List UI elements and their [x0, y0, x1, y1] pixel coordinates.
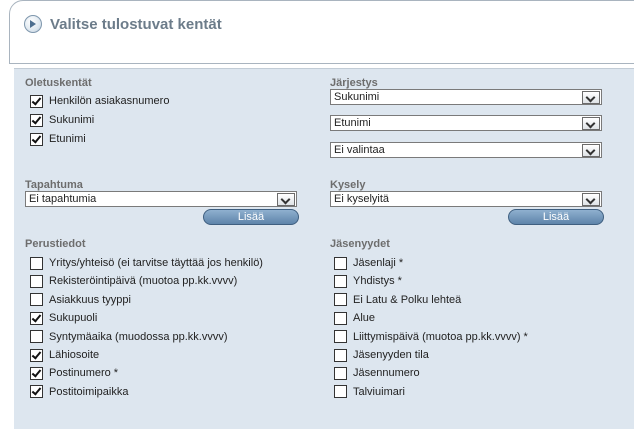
memberships-item[interactable]: Talviuimari — [334, 384, 405, 400]
chevron-down-icon — [582, 117, 600, 130]
memberships-item-label: Jäsennumero — [353, 367, 420, 380]
memberships-checkbox[interactable] — [334, 293, 347, 307]
arrow-circle-right-icon — [24, 15, 42, 33]
basic-item[interactable]: Lähiosoite — [30, 347, 99, 363]
basic-item[interactable]: Postinumero * — [30, 365, 118, 381]
defaults-checkbox[interactable] — [30, 94, 43, 108]
memberships-item[interactable]: Ei Latu & Polku lehteä — [334, 292, 461, 308]
page-title: Valitse tulostuvat kentät — [50, 16, 222, 33]
basic-item[interactable]: Postitoimipaikka — [30, 384, 128, 400]
chevron-down-icon — [582, 193, 600, 206]
order-select-1[interactable]: Sukunimi — [330, 89, 602, 105]
basic-item[interactable]: Rekisteröintipäivä (muotoa pp.kk.vvvv) — [30, 273, 237, 289]
memberships-item[interactable]: Jäsennumero — [334, 365, 420, 381]
query-select[interactable]: Ei kyselyitä — [330, 191, 602, 207]
basic-item-label: Syntymäaika (muodossa pp.kk.vvvv) — [49, 330, 228, 343]
memberships-item[interactable]: Jäsenlaji * — [334, 255, 403, 271]
basic-item-label: Yritys/yhteisö (ei tarvitse täyttää jos … — [49, 257, 263, 269]
memberships-checkbox[interactable] — [334, 311, 347, 325]
event-label: Tapahtuma — [25, 179, 83, 191]
memberships-item-label: Liittymispäivä (muotoa pp.kk.vvvv) * — [353, 330, 528, 343]
memberships-item[interactable]: Liittymispäivä (muotoa pp.kk.vvvv) * — [334, 329, 528, 345]
memberships-item-label: Jäsenyyden tila — [353, 349, 429, 361]
basic-item[interactable]: Asiakkuus tyyppi — [30, 292, 131, 308]
event-select-value: Ei tapahtumia — [29, 193, 97, 205]
memberships-checkbox[interactable] — [334, 385, 347, 399]
basic-checkbox[interactable] — [30, 256, 43, 270]
chevron-down-icon — [277, 193, 295, 206]
defaults-label: Oletuskentät — [25, 77, 92, 89]
order-select-2[interactable]: Etunimi — [330, 115, 602, 131]
basic-checkbox[interactable] — [30, 348, 43, 362]
memberships-item-label: Talviuimari — [353, 385, 405, 398]
defaults-checkbox[interactable] — [30, 113, 43, 127]
basic-label: Perustiedot — [25, 238, 86, 250]
basic-item-label: Sukupuoli — [49, 312, 98, 325]
memberships-item[interactable]: Alue — [334, 310, 375, 326]
defaults-item[interactable]: Henkilön asiakasnumero — [30, 93, 169, 109]
memberships-item-label: Ei Latu & Polku lehteä — [353, 293, 462, 306]
memberships-item[interactable]: Yhdistys * — [334, 273, 402, 289]
memberships-item-label: Alue — [353, 312, 376, 325]
basic-item-label: Rekisteröintipäivä (muotoa pp.kk.vvvv) — [49, 275, 238, 288]
chevron-down-icon — [582, 144, 600, 157]
basic-item[interactable]: Sukupuoli — [30, 310, 97, 326]
order-select-2-value: Etunimi — [334, 117, 371, 129]
basic-item[interactable]: Yritys/yhteisö (ei tarvitse täyttää jos … — [30, 255, 263, 271]
memberships-checkbox[interactable] — [334, 256, 347, 270]
defaults-item[interactable]: Etunimi — [30, 131, 86, 147]
basic-item-label: Asiakkuus tyyppi — [49, 293, 131, 306]
query-add-button[interactable]: Lisää — [508, 209, 604, 225]
defaults-checkbox[interactable] — [30, 132, 43, 146]
memberships-item-label: Jäsenlaji * — [353, 257, 404, 269]
memberships-label: Jäsenyydet — [330, 238, 390, 250]
basic-item-label: Postitoimipaikka — [49, 385, 129, 398]
basic-item-label: Postinumero * — [49, 367, 119, 380]
chevron-down-icon — [582, 91, 600, 104]
defaults-item[interactable]: Sukunimi — [30, 112, 94, 128]
order-select-3-value: Ei valintaa — [334, 144, 385, 156]
basic-checkbox[interactable] — [30, 311, 43, 325]
memberships-checkbox[interactable] — [334, 274, 347, 288]
event-add-button[interactable]: Lisää — [203, 209, 299, 225]
basic-item-label: Lähiosoite — [49, 349, 100, 361]
query-select-value: Ei kyselyitä — [334, 193, 390, 205]
order-select-3[interactable]: Ei valintaa — [330, 142, 602, 158]
defaults-item-label: Etunimi — [49, 133, 86, 145]
query-label: Kysely — [330, 179, 366, 191]
fields-panel: Oletuskentät Henkilön asiakasnumero Sukun… — [14, 68, 634, 429]
defaults-item-label: Henkilön asiakasnumero — [49, 95, 170, 107]
memberships-checkbox[interactable] — [334, 348, 347, 362]
order-select-1-value: Sukunimi — [334, 91, 380, 103]
memberships-item[interactable]: Jäsenyyden tila — [334, 347, 429, 363]
defaults-item-label: Sukunimi — [49, 114, 95, 126]
basic-checkbox[interactable] — [30, 293, 43, 307]
memberships-item-label: Yhdistys * — [353, 275, 402, 288]
basic-item[interactable]: Syntymäaika (muodossa pp.kk.vvvv) — [30, 329, 228, 345]
basic-checkbox[interactable] — [30, 274, 43, 288]
event-select[interactable]: Ei tapahtumia — [25, 191, 297, 207]
memberships-checkbox[interactable] — [334, 330, 347, 344]
header-card: Valitse tulostuvat kentät — [9, 0, 634, 64]
basic-checkbox[interactable] — [30, 330, 43, 344]
memberships-checkbox[interactable] — [334, 366, 347, 380]
basic-checkbox[interactable] — [30, 366, 43, 380]
basic-checkbox[interactable] — [30, 385, 43, 399]
ordering-label: Järjestys — [330, 77, 378, 89]
